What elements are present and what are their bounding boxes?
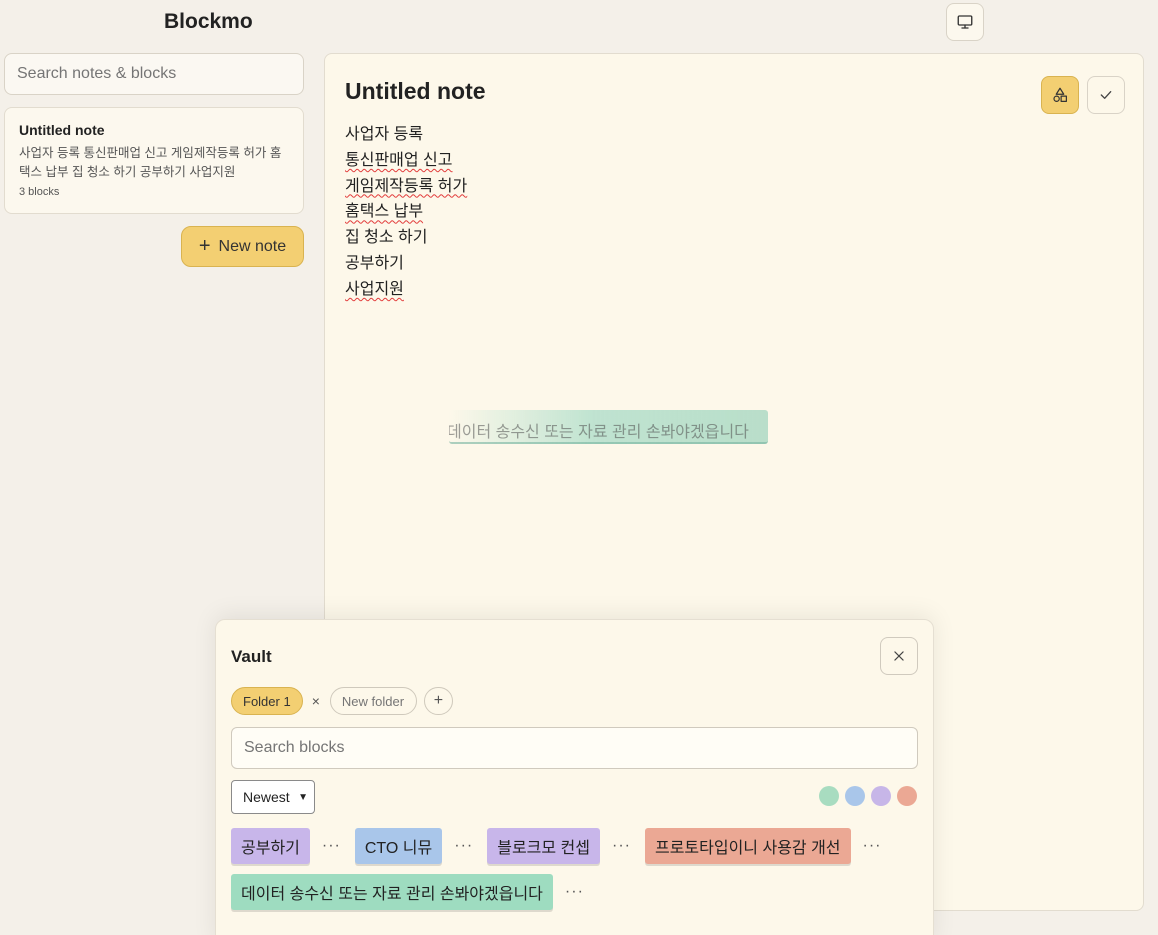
vault-close-button[interactable] (880, 637, 918, 675)
sort-value: Newest (243, 789, 290, 805)
note-title[interactable]: Untitled note (345, 78, 486, 105)
vault-block[interactable]: 공부하기 (231, 828, 310, 864)
block-more-icon[interactable]: ··· (322, 837, 341, 855)
plus-icon: + (198, 234, 211, 257)
plus-icon: + (433, 692, 444, 709)
blocks-toggle-button[interactable] (1041, 76, 1079, 114)
add-folder-button[interactable]: + (423, 687, 453, 715)
note-card-preview: 사업자 등록 통신판매업 신고 게임제작등록 허가 홈택스 납부 집 청소 하기… (19, 146, 282, 179)
note-line: 공부하기 (345, 254, 404, 272)
close-icon (894, 651, 904, 661)
note-line: 집 청소 하기 (345, 229, 428, 247)
vault-block[interactable]: CTO 니뮤 (354, 828, 443, 864)
color-filter-purple[interactable] (871, 786, 891, 806)
search-blocks-input[interactable] (231, 727, 918, 769)
sort-select[interactable]: Newest ▼ (231, 780, 315, 814)
check-icon (1100, 91, 1112, 99)
block-more-icon[interactable]: ··· (612, 837, 631, 855)
vault-block[interactable]: 프로토타입이니 사용감 개선 (644, 828, 851, 864)
search-notes-input[interactable] (4, 53, 304, 95)
note-line: 사업지원 (345, 280, 404, 298)
dragging-block[interactable]: 데이터 송수신 또는 자료 관리 손봐야겠읍니다 (449, 410, 768, 444)
folder-chip[interactable]: Folder 1 (231, 687, 303, 715)
block-more-icon[interactable]: ··· (565, 883, 584, 901)
vault-panel: Vault Folder 1 × + Newest ▼ 공부하기 ··· CTO… (215, 619, 934, 935)
monitor-icon (957, 15, 973, 29)
note-card-title: Untitled note (19, 122, 105, 138)
app-title: Blockmo (164, 10, 253, 33)
shapes-icon (1053, 87, 1067, 102)
block-more-icon[interactable]: ··· (863, 837, 882, 855)
vault-block-list: 공부하기 ··· CTO 니뮤 ··· 블로크모 컨셉 ··· 프로토타입이니 … (231, 828, 921, 920)
chevron-down-icon: ▼ (298, 791, 308, 803)
note-line: 통신판매업 신고 (345, 151, 453, 169)
new-note-label: New note (218, 237, 287, 255)
present-button[interactable] (946, 3, 984, 41)
vault-block[interactable]: 블로크모 컨셉 (487, 828, 600, 864)
note-card-block-count: 3 blocks (19, 186, 60, 198)
done-button[interactable] (1087, 76, 1125, 114)
color-filter-blue[interactable] (845, 786, 865, 806)
vault-title: Vault (231, 647, 272, 666)
block-more-icon[interactable]: ··· (454, 837, 473, 855)
folder-bar: Folder 1 × + (231, 687, 453, 715)
color-filter-green[interactable] (819, 786, 839, 806)
remove-folder-icon[interactable]: × (312, 693, 320, 709)
new-note-button[interactable]: + New note (181, 226, 304, 267)
note-body[interactable]: 사업자 등록 통신판매업 신고 게임제작등록 허가 홈택스 납부 집 청소 하기… (345, 122, 467, 303)
new-folder-input[interactable] (329, 687, 417, 715)
color-filter (819, 786, 917, 806)
note-line: 게임제작등록 허가 (345, 177, 468, 195)
note-line: 홈택스 납부 (345, 203, 424, 221)
color-filter-red[interactable] (897, 786, 917, 806)
vault-block[interactable]: 데이터 송수신 또는 자료 관리 손봐야겠읍니다 (231, 874, 553, 910)
note-line: 사업자 등록 (345, 126, 424, 143)
note-list-item[interactable]: Untitled note 사업자 등록 통신판매업 신고 게임제작등록 허가 … (4, 107, 304, 214)
